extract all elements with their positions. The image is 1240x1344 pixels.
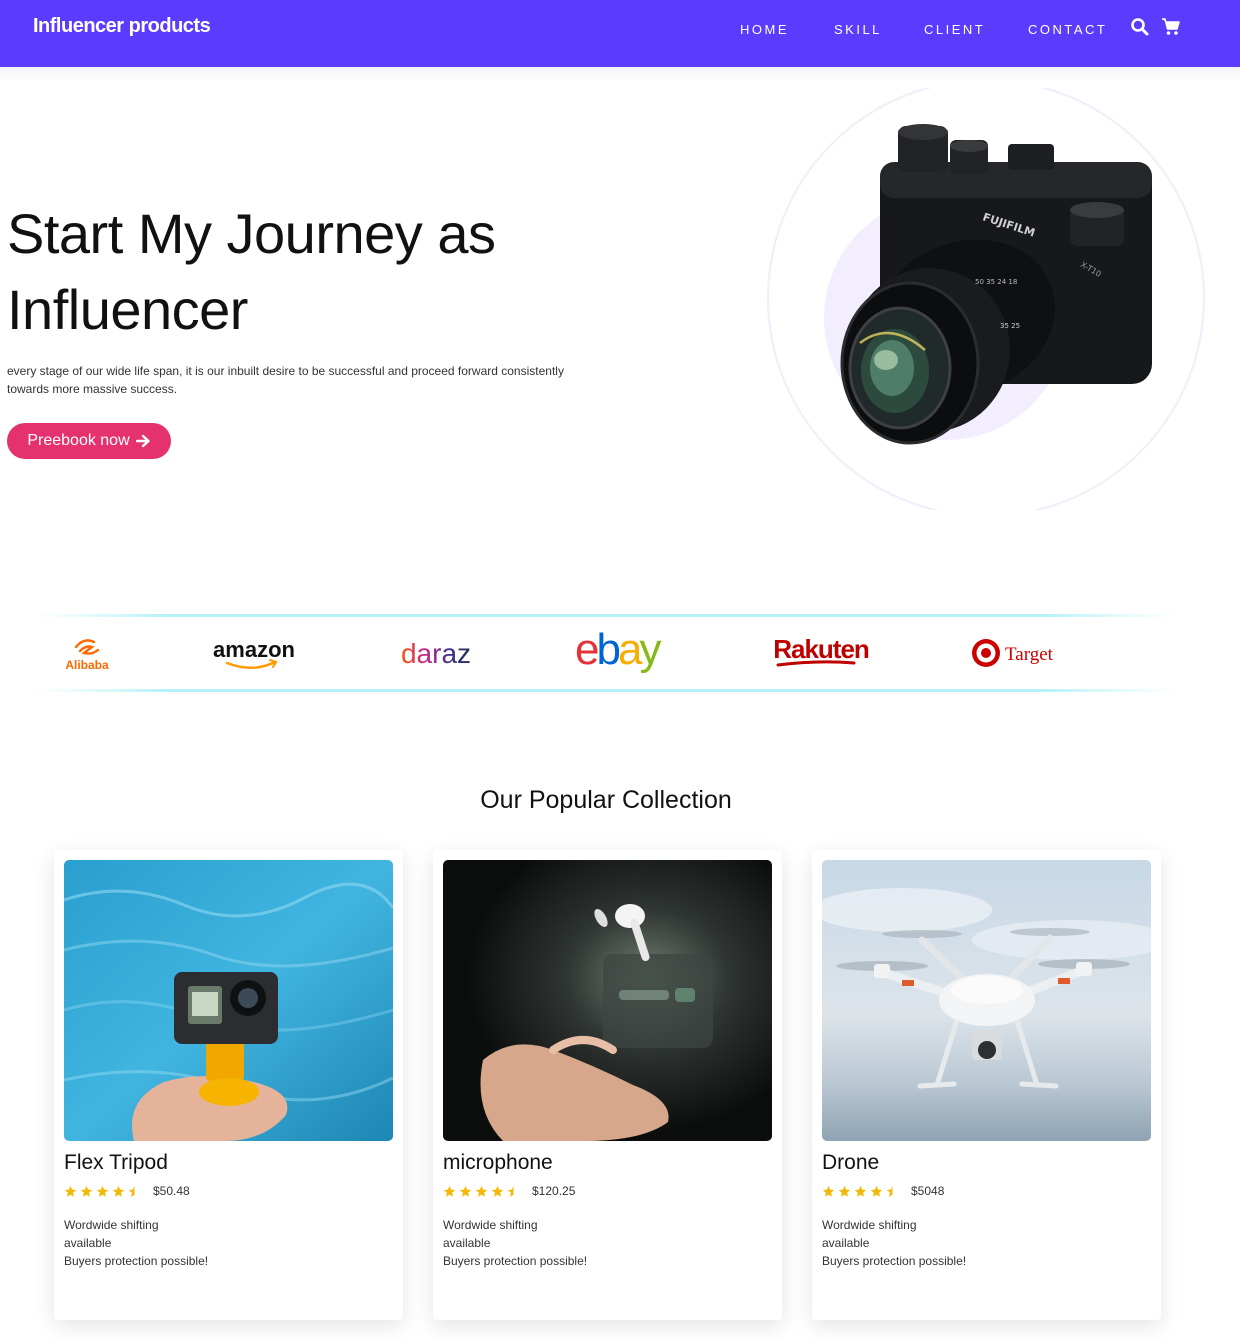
star-icon <box>822 1185 835 1197</box>
drone-in-sky-image <box>822 860 1151 1141</box>
shipping-line: Wordwide shifting <box>822 1218 917 1232</box>
shipping-line: Wordwide shifting <box>64 1218 159 1232</box>
product-description: Wordwide shifting available Buyers prote… <box>64 1216 244 1270</box>
hero-description: every stage of our wide life span, it is… <box>7 364 564 396</box>
daraz-text: daraz <box>401 638 471 669</box>
preebook-now-button[interactable]: Preebook now <box>7 423 171 459</box>
product-price: $5048 <box>911 1184 945 1198</box>
protection-line: Buyers protection possible! <box>443 1254 588 1268</box>
collection-title: Our Popular Collection <box>480 786 732 814</box>
star-half-icon <box>507 1185 514 1197</box>
alibaba-text: Alibaba <box>65 658 109 672</box>
product-description: Wordwide shifting available Buyers prote… <box>822 1216 1002 1270</box>
star-icon <box>870 1185 883 1197</box>
cart-icon[interactable] <box>1161 17 1181 37</box>
star-icon <box>112 1185 125 1197</box>
navbar-shadow <box>0 67 1240 81</box>
rakuten-logo[interactable]: Rakuten <box>768 628 874 678</box>
star-half-icon <box>886 1185 893 1197</box>
ebay-letter: y <box>639 628 661 674</box>
rating-stars <box>822 1184 899 1198</box>
product-card-microphone[interactable]: microphone $120.25 Wordwide shifting ava… <box>433 850 782 1320</box>
nav-link-contact[interactable]: CONTACT <box>1028 22 1107 37</box>
star-half-icon <box>128 1185 135 1197</box>
svg-text:50 35 24 18: 50 35 24 18 <box>975 278 1017 286</box>
star-icon <box>80 1185 93 1197</box>
svg-text:35 25: 35 25 <box>1000 322 1020 330</box>
target-logo[interactable]: Target <box>968 628 1062 678</box>
product-description: Wordwide shifting available Buyers prote… <box>443 1216 623 1270</box>
rakuten-text: Rakuten <box>773 634 869 664</box>
alibaba-logo[interactable]: Alibaba <box>52 628 122 678</box>
floating-earbud-image <box>443 860 772 1141</box>
search-icon[interactable] <box>1130 17 1150 37</box>
shipping-line: Wordwide shifting <box>443 1218 538 1232</box>
protection-line: Buyers protection possible! <box>822 1254 967 1268</box>
nav-link-home[interactable]: HOME <box>740 22 789 37</box>
product-price: $120.25 <box>532 1184 576 1198</box>
ebay-logo[interactable]: ebay <box>572 628 678 678</box>
action-camera-in-water-image <box>64 860 393 1141</box>
fujifilm-camera-image: FUJIFILM X-T10 50 35 24 18 35 25 <box>767 88 1205 510</box>
arrow-right-icon <box>135 434 150 448</box>
amazon-text: amazon <box>213 637 295 662</box>
brand-logo-text[interactable]: Influencer products <box>33 15 211 38</box>
star-icon <box>854 1185 867 1197</box>
star-icon <box>475 1185 488 1197</box>
amazon-logo[interactable]: amazon <box>205 628 303 678</box>
ebay-letter: b <box>596 628 619 674</box>
rating-stars <box>443 1184 520 1198</box>
top-navbar: Influencer products HOME SKILL CLIENT CO… <box>0 0 1240 67</box>
availability-line: available <box>822 1236 870 1250</box>
star-icon <box>443 1185 456 1197</box>
availability-line: available <box>64 1236 112 1250</box>
hero-title: Start My Journey as Influencer <box>7 202 496 341</box>
ebay-letter: e <box>575 628 598 674</box>
ebay-text: ebay <box>575 628 661 674</box>
product-price: $50.48 <box>153 1184 190 1198</box>
protection-line: Buyers protection possible! <box>64 1254 209 1268</box>
product-name: microphone <box>443 1151 553 1174</box>
availability-line: available <box>443 1236 491 1250</box>
product-card-drone[interactable]: Drone $5048 Wordwide shifting available … <box>812 850 1161 1320</box>
star-icon <box>64 1185 77 1197</box>
star-icon <box>459 1185 472 1197</box>
product-name: Flex Tripod <box>64 1151 168 1174</box>
star-icon <box>838 1185 851 1197</box>
preebook-now-label: Preebook now <box>27 432 130 449</box>
daraz-logo[interactable]: daraz <box>388 628 484 678</box>
rating-stars <box>64 1184 141 1198</box>
nav-link-client[interactable]: CLIENT <box>924 22 985 37</box>
target-text: Target <box>1005 644 1054 665</box>
nav-link-skill[interactable]: SKILL <box>834 22 882 37</box>
product-card-flex-tripod[interactable]: Flex Tripod $50.48 Wordwide shifting ava… <box>54 850 403 1320</box>
star-icon <box>96 1185 109 1197</box>
product-name: Drone <box>822 1151 880 1174</box>
star-icon <box>491 1185 504 1197</box>
